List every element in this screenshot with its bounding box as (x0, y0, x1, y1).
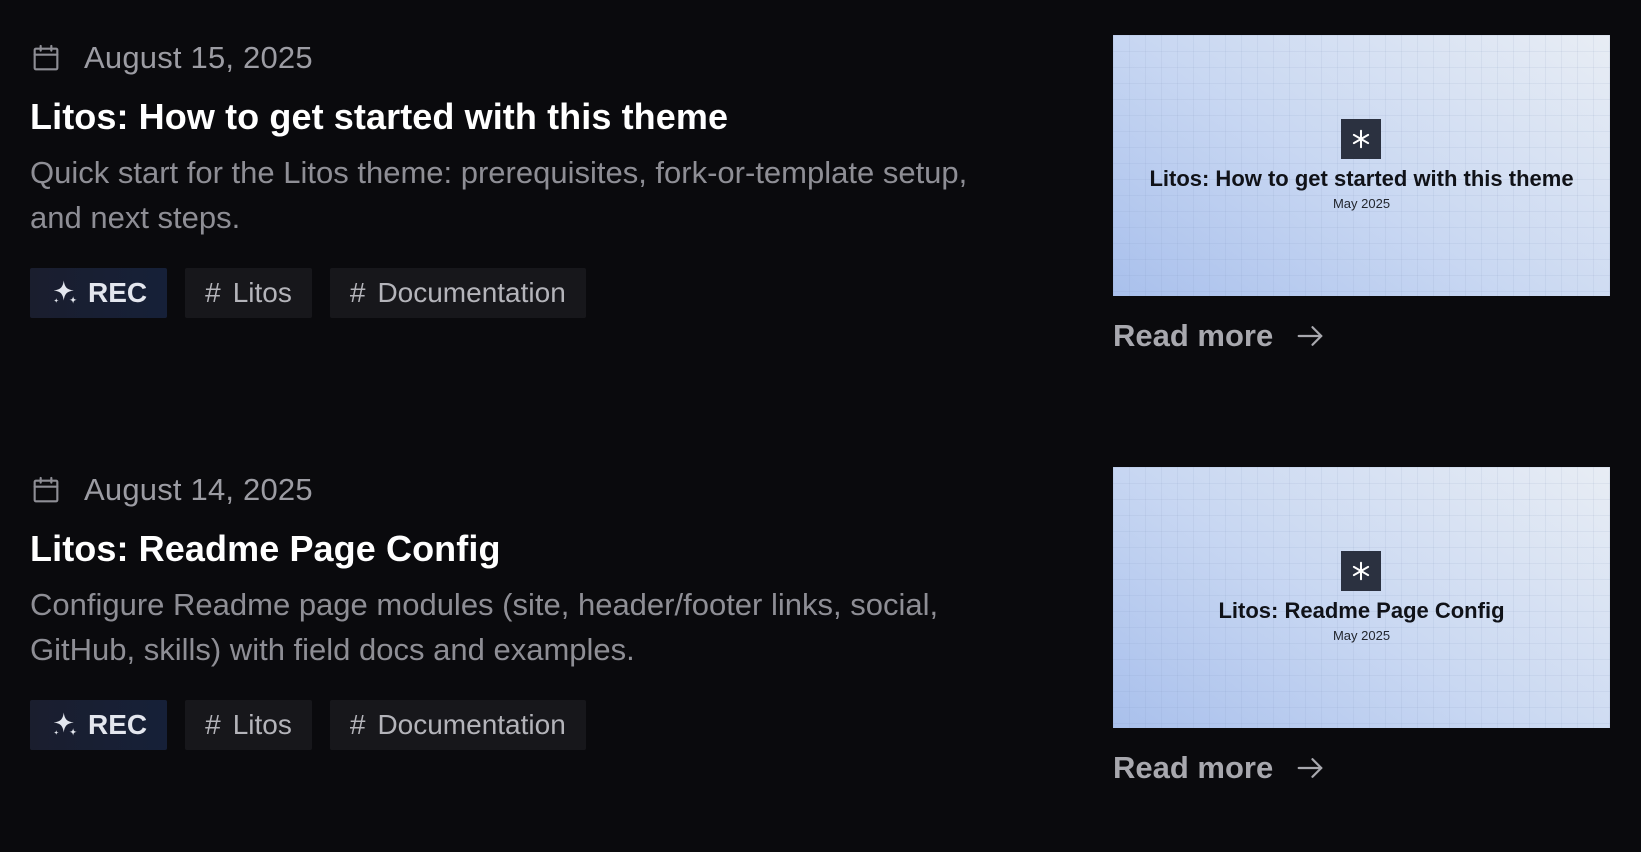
read-more-label: Read more (1113, 750, 1274, 785)
thumbnail-date: May 2025 (1332, 196, 1391, 211)
calendar-icon (30, 474, 62, 506)
arrow-right-icon (1295, 321, 1325, 351)
thumbnail-title: Litos: How to get started with this them… (1149, 166, 1574, 191)
post-card: August 15, 2025 Litos: How to get starte… (0, 0, 1641, 420)
tag-list: REC # Litos # Documentation (30, 268, 586, 318)
read-more-label: Read more (1113, 318, 1274, 353)
tag-label: Documentation (377, 277, 566, 308)
post-date: August 14, 2025 (30, 470, 313, 510)
sparkle-icon (50, 278, 80, 308)
hash-icon: # (349, 277, 366, 308)
hash-icon: # (205, 709, 221, 740)
asterisk-logo-icon (1341, 551, 1381, 591)
post-date: August 15, 2025 (30, 38, 313, 78)
tag-list: REC # Litos # Documentation (30, 700, 586, 750)
read-more-link[interactable]: Read more (1113, 314, 1325, 358)
calendar-icon (30, 42, 62, 74)
tag-litos[interactable]: # Litos (185, 700, 312, 750)
post-title[interactable]: Litos: Readme Page Config (30, 528, 501, 570)
thumbnail-date: May 2025 (1332, 628, 1391, 643)
post-thumbnail[interactable]: Litos: Readme Page Config May 2025 (1113, 467, 1610, 728)
post-card: August 14, 2025 Litos: Readme Page Confi… (0, 432, 1641, 852)
post-date-text: August 14, 2025 (84, 472, 313, 507)
arrow-right-icon (1295, 753, 1325, 783)
thumbnail-title: Litos: Readme Page Config (1218, 598, 1505, 623)
tag-label: REC (88, 277, 148, 308)
tag-label: Documentation (377, 709, 566, 740)
tag-documentation[interactable]: # Documentation (329, 268, 586, 318)
tag-label: REC (88, 709, 148, 740)
read-more-link[interactable]: Read more (1113, 746, 1325, 790)
asterisk-logo-icon (1341, 119, 1381, 159)
tag-documentation[interactable]: # Documentation (329, 700, 586, 750)
tag-label: Litos (232, 277, 292, 308)
post-thumbnail[interactable]: Litos: How to get started with this them… (1113, 35, 1610, 296)
tag-rec[interactable]: REC (30, 268, 168, 318)
tag-litos[interactable]: # Litos (185, 268, 312, 318)
post-description: Quick start for the Litos theme: prerequ… (30, 155, 968, 235)
post-date-text: August 15, 2025 (84, 40, 313, 75)
hash-icon: # (349, 709, 366, 740)
tag-label: Litos (232, 709, 292, 740)
sparkle-icon (50, 710, 80, 740)
tag-rec[interactable]: REC (30, 700, 168, 750)
post-title[interactable]: Litos: How to get started with this them… (30, 96, 728, 138)
hash-icon: # (205, 277, 221, 308)
post-description: Configure Readme page modules (site, hea… (30, 587, 939, 667)
